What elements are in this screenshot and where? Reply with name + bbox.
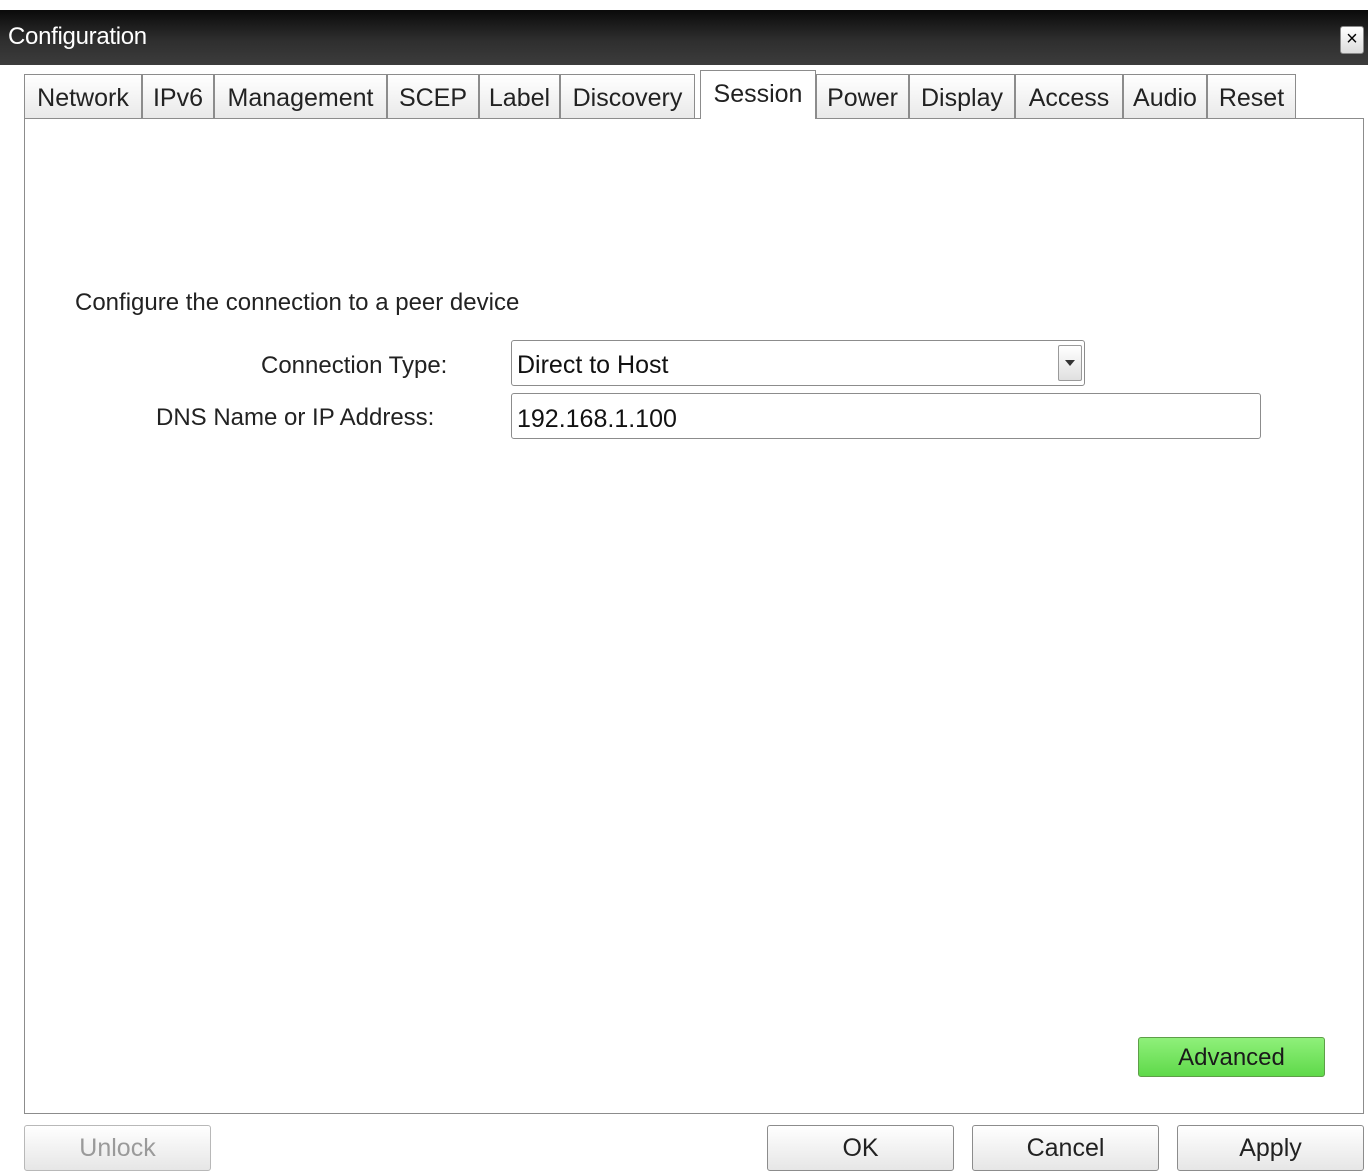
tab-scep[interactable]: SCEP xyxy=(387,74,479,118)
dns-name-input[interactable]: 192.168.1.100 xyxy=(511,393,1261,439)
tab-access[interactable]: Access xyxy=(1015,74,1123,118)
close-button[interactable]: × xyxy=(1340,26,1364,54)
configuration-window: Configuration × Network IPv6 Management … xyxy=(0,0,1368,1171)
connection-type-value: Direct to Host xyxy=(517,351,669,379)
unlock-button[interactable]: Unlock xyxy=(24,1125,211,1171)
ok-button[interactable]: OK xyxy=(767,1125,954,1171)
close-icon: × xyxy=(1346,28,1358,50)
apply-button[interactable]: Apply xyxy=(1177,1125,1364,1171)
tab-reset[interactable]: Reset xyxy=(1207,74,1296,118)
chevron-down-icon[interactable] xyxy=(1058,345,1082,381)
section-description: Configure the connection to a peer devic… xyxy=(75,289,520,316)
tab-discovery[interactable]: Discovery xyxy=(560,74,695,118)
dns-label: DNS Name or IP Address: xyxy=(156,404,435,431)
dns-name-value: 192.168.1.100 xyxy=(517,405,677,433)
session-panel: Configure the connection to a peer devic… xyxy=(24,118,1364,1114)
window-title: Configuration xyxy=(8,23,147,50)
tab-session[interactable]: Session xyxy=(700,70,816,119)
advanced-button[interactable]: Advanced xyxy=(1138,1037,1325,1077)
top-strip xyxy=(0,0,1368,10)
cancel-button[interactable]: Cancel xyxy=(972,1125,1159,1171)
tab-power[interactable]: Power xyxy=(816,74,909,118)
tab-ipv6[interactable]: IPv6 xyxy=(142,74,214,118)
tab-management[interactable]: Management xyxy=(214,74,387,118)
tab-network[interactable]: Network xyxy=(24,74,142,118)
tab-audio[interactable]: Audio xyxy=(1123,74,1207,118)
tab-display[interactable]: Display xyxy=(909,74,1015,118)
connection-type-select[interactable]: Direct to Host xyxy=(511,340,1085,386)
title-bar: Configuration × xyxy=(0,10,1368,65)
tab-label[interactable]: Label xyxy=(479,74,560,118)
connection-type-label: Connection Type: xyxy=(261,352,448,379)
